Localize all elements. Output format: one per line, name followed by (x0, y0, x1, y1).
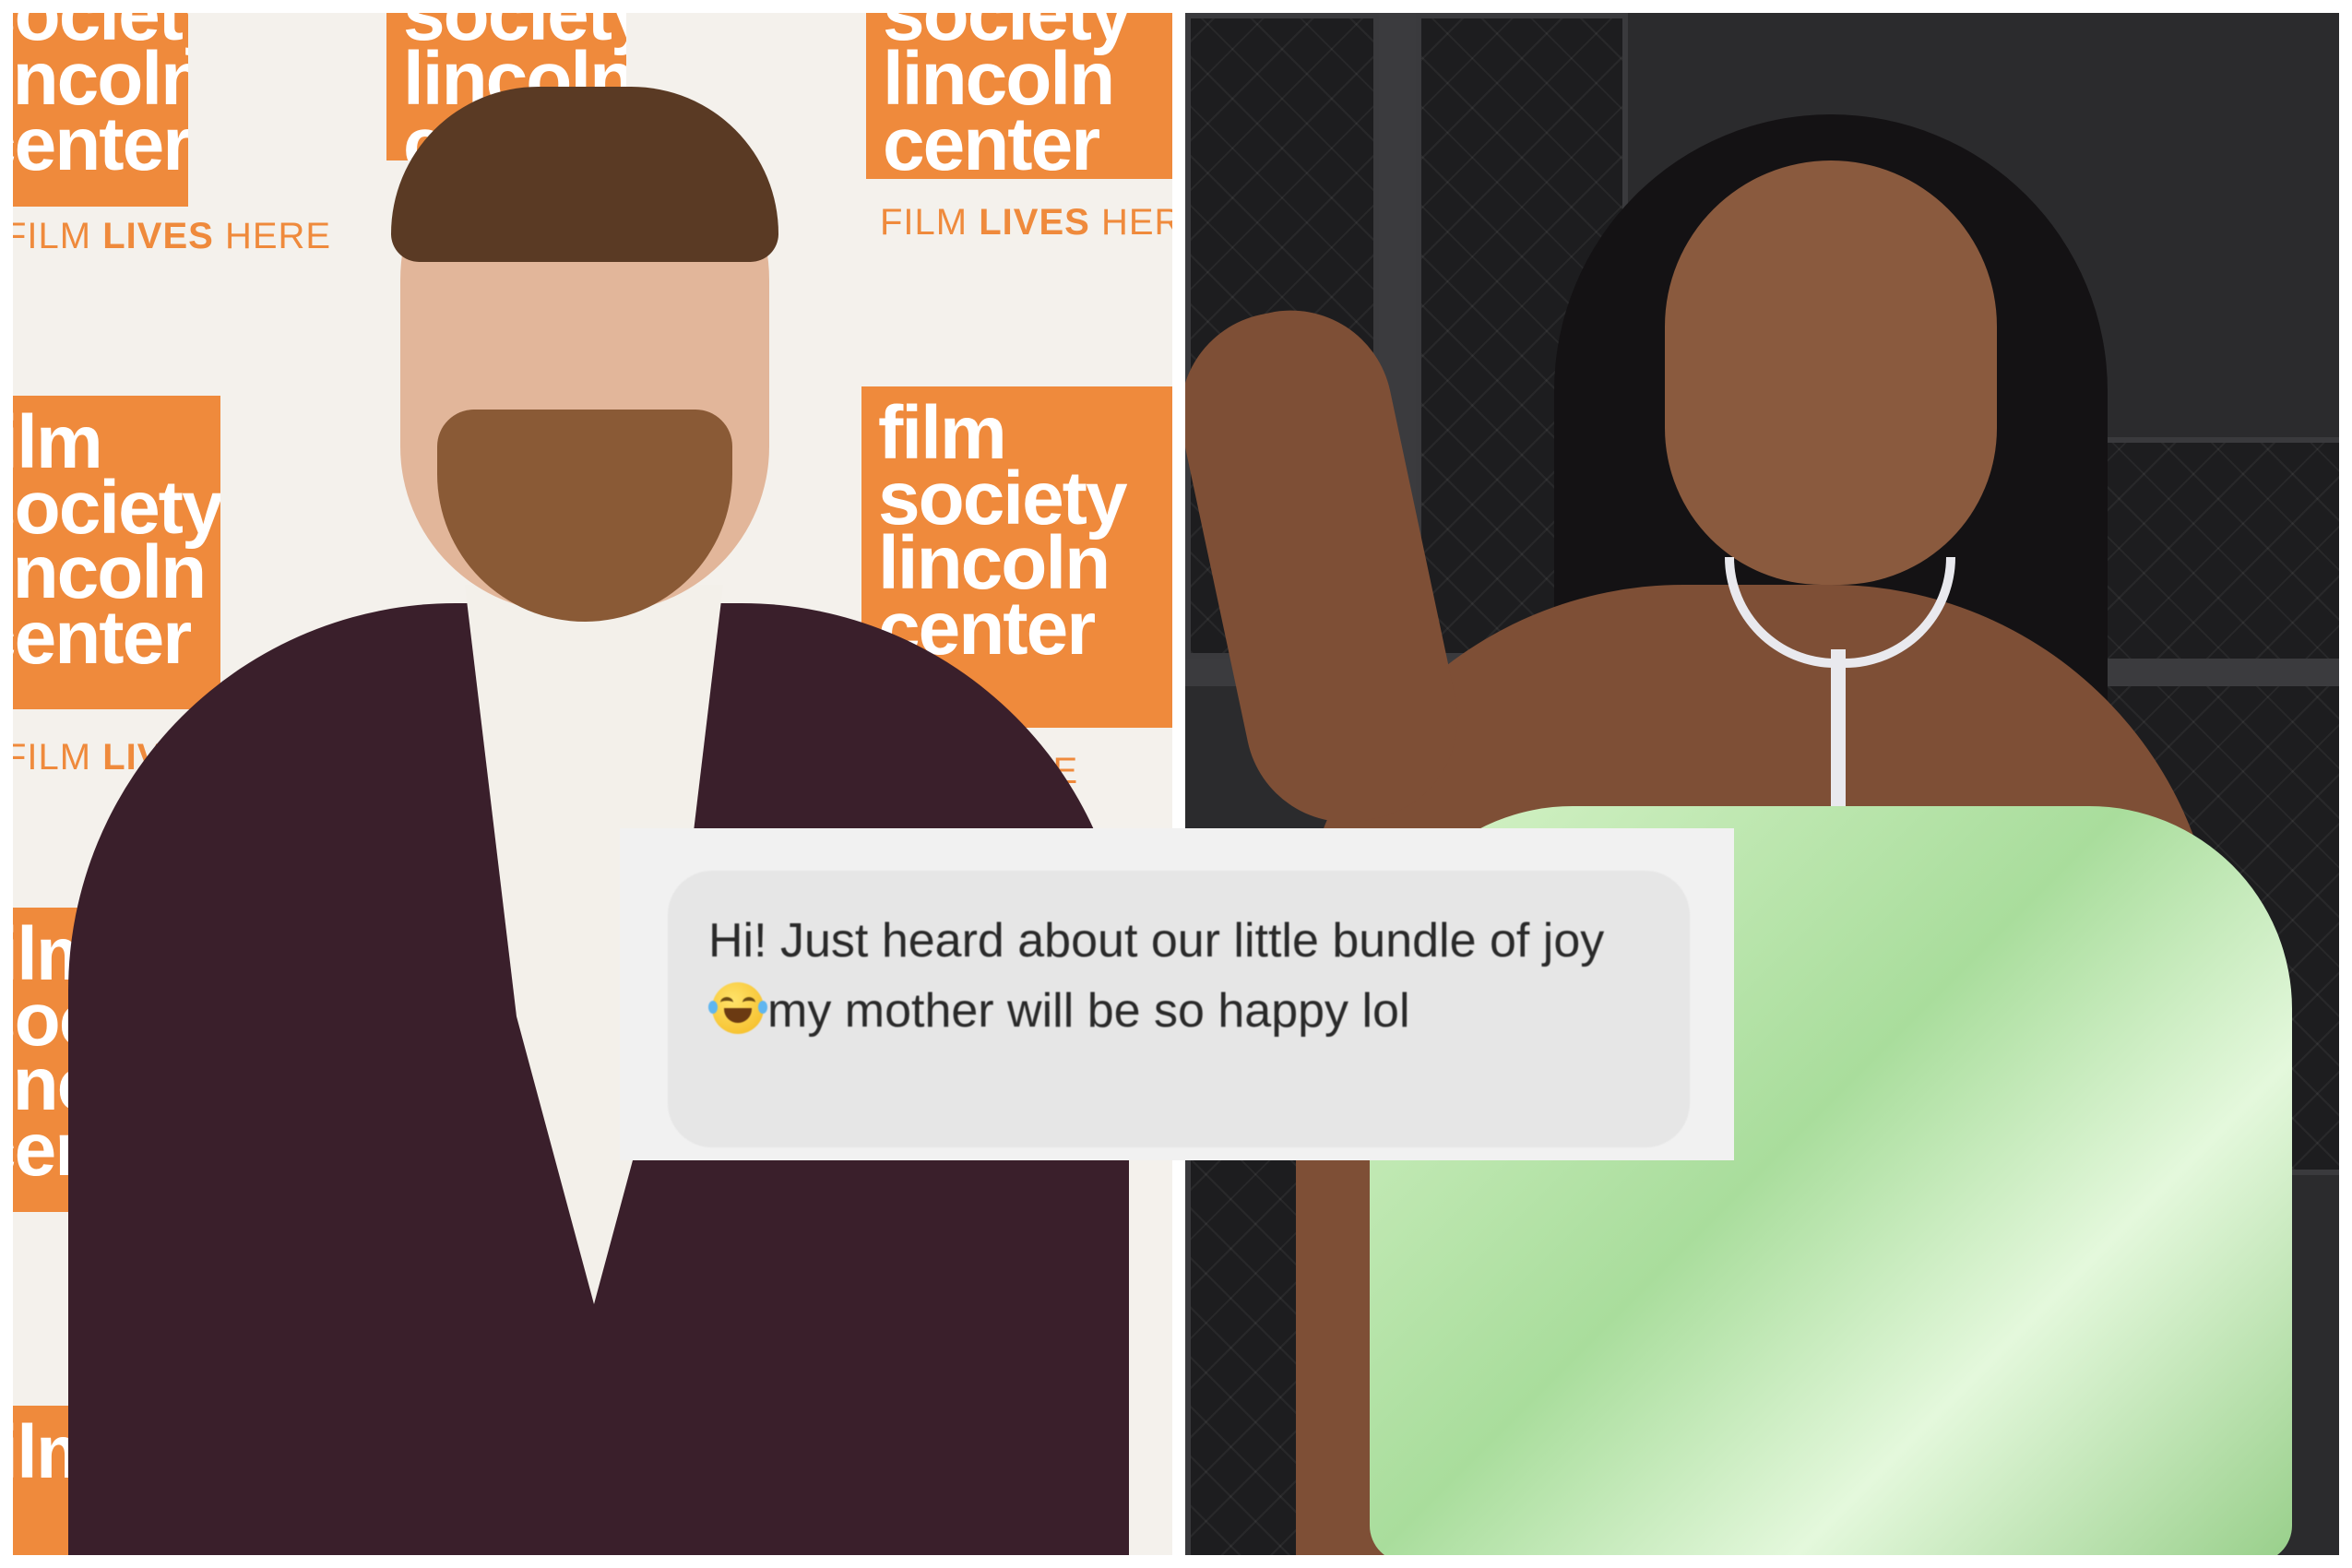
composite-image: film society lincoln center FILM LIVES H… (0, 0, 2352, 1568)
right-photo (1185, 13, 2339, 1555)
backdrop-logo: film society lincoln center (13, 396, 220, 709)
face-with-tears-of-joy-icon (708, 982, 767, 1034)
left-photo: film society lincoln center FILM LIVES H… (13, 13, 1172, 1555)
backdrop-logo: film society lincoln center (866, 13, 1172, 179)
backdrop-tagline: FILM LIVES HERE (880, 202, 1172, 243)
backdrop-tagline: FILM LIVES HERE (13, 216, 332, 256)
message-text-end: my mother will be so happy lol (767, 984, 1410, 1038)
message-screenshot: Hi! Just heard about our little bundle o… (620, 828, 1734, 1160)
person-right-face (1665, 160, 1997, 585)
backdrop-logo: film society lincoln center (13, 13, 188, 207)
message-bubble: Hi! Just heard about our little bundle o… (668, 871, 1690, 1147)
message-text-start: Hi! Just heard about our little bundle o… (708, 914, 1605, 968)
